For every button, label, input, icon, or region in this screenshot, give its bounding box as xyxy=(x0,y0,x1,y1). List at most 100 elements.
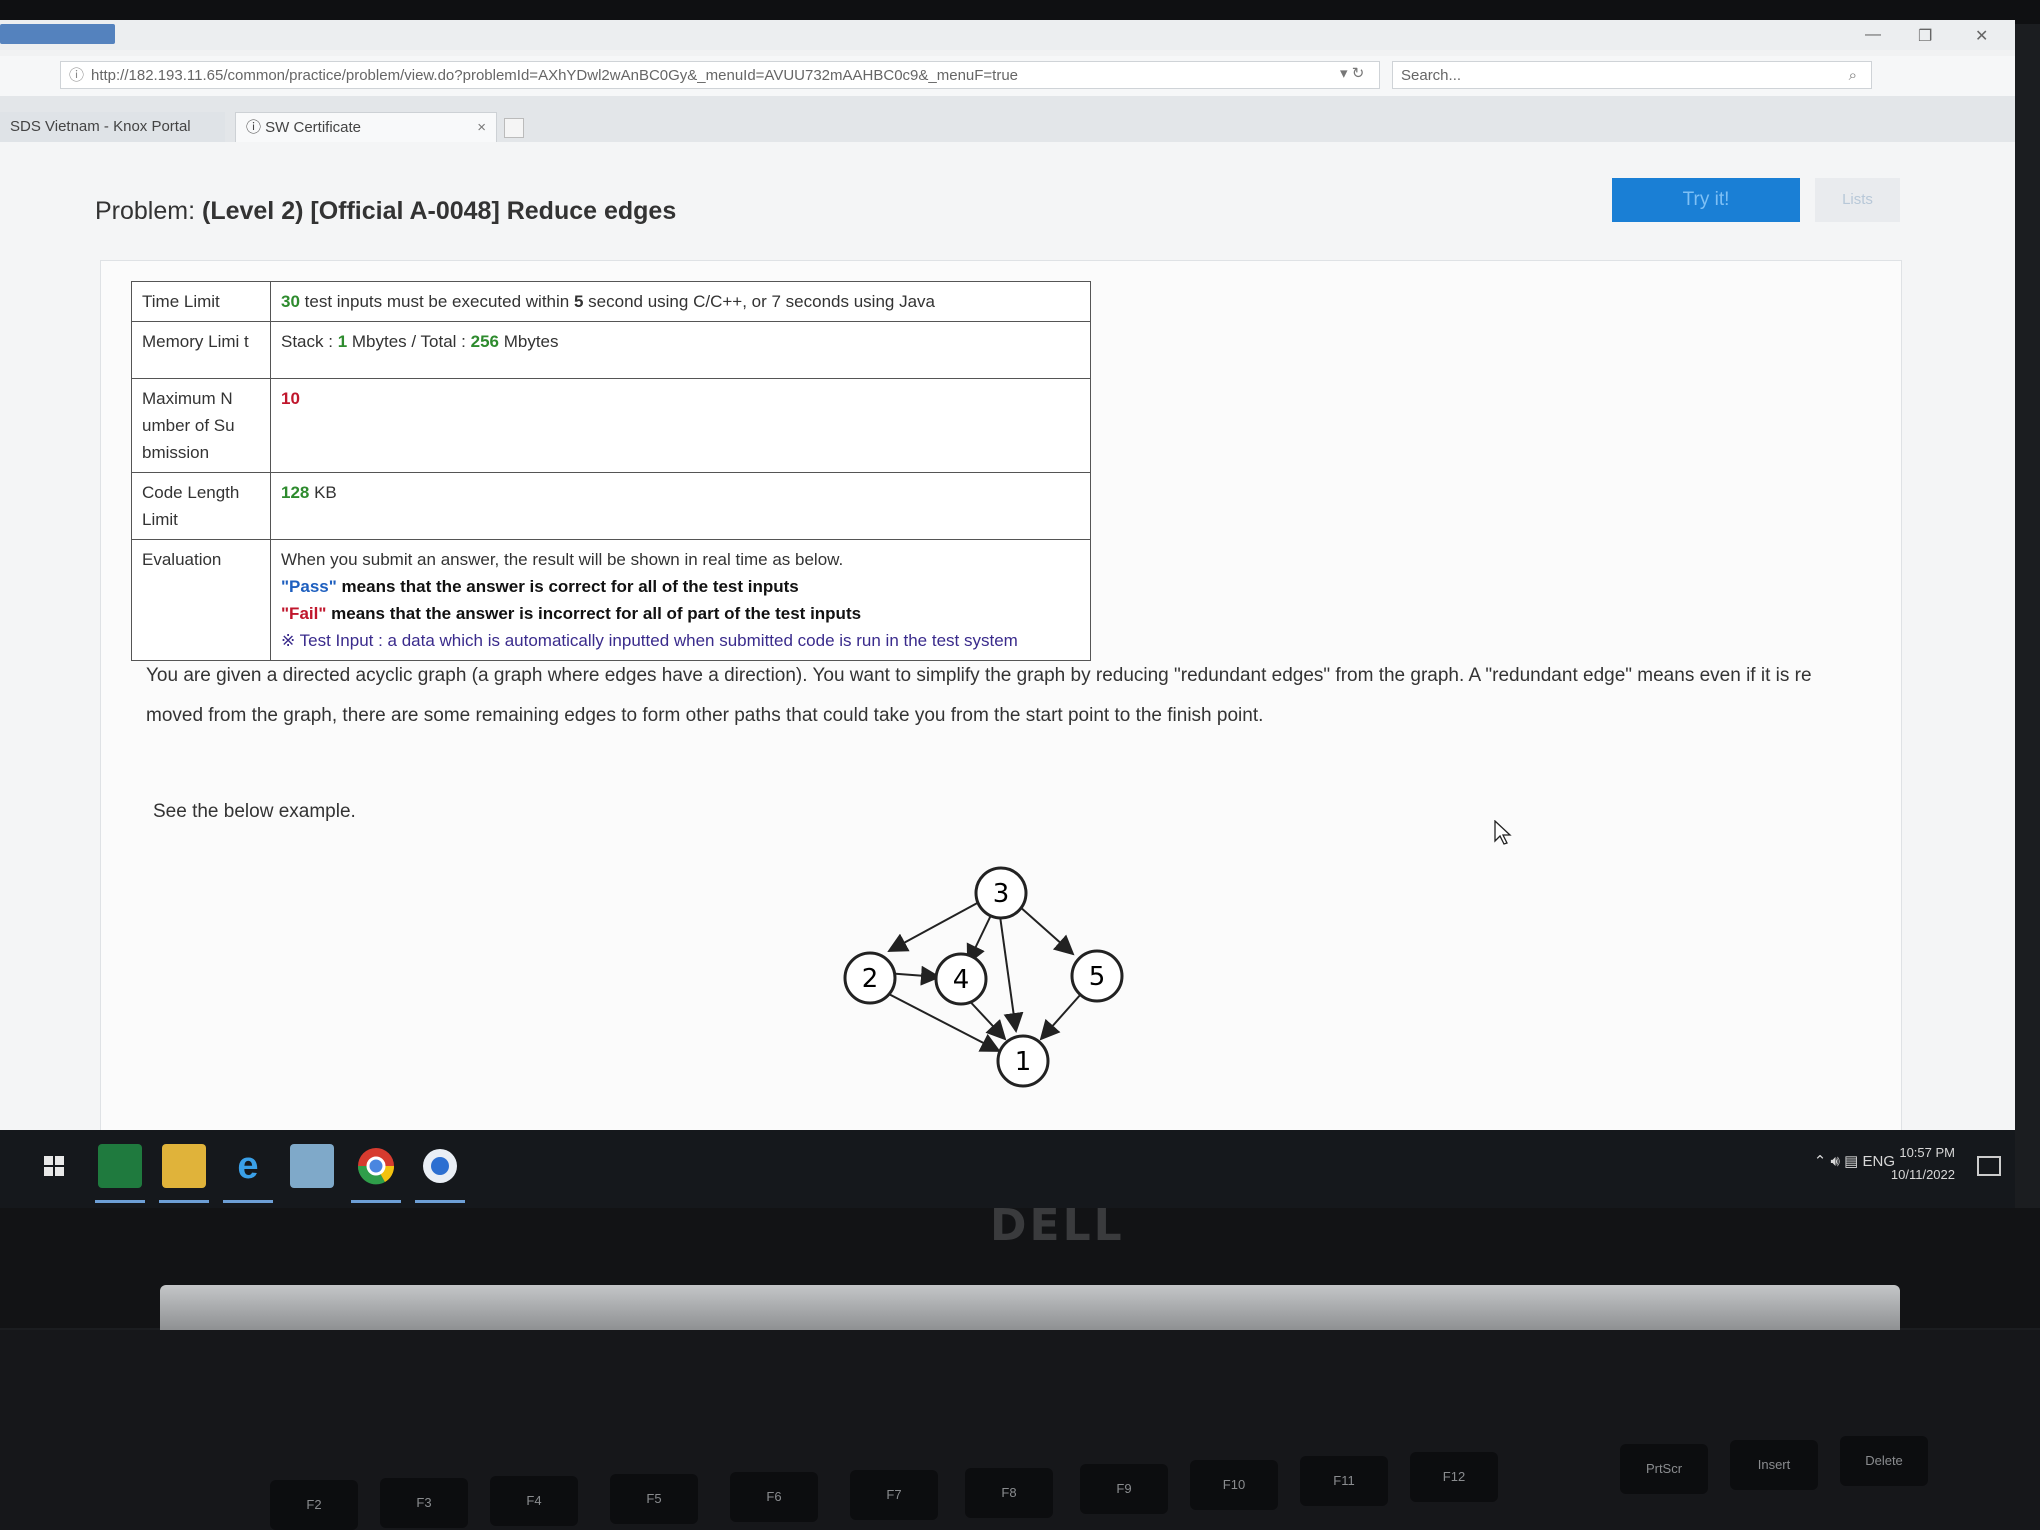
window-titlebar: — ❐ ✕ xyxy=(0,20,2015,50)
refresh-icon[interactable]: ▾ ↻ xyxy=(1340,64,1364,82)
node-label-1: 1 xyxy=(1015,1047,1032,1077)
clock-date: 10/11/2022 xyxy=(1890,1167,1955,1182)
stack-value: 1 xyxy=(337,332,348,351)
tab-knox-portal[interactable]: SDS Vietnam - Knox Portal xyxy=(0,112,225,142)
address-bar-row: ⓘ http://182.193.11.65/common/practice/p… xyxy=(0,56,2015,97)
table-row: Memory Limi t Stack : 1 Mbytes / Total :… xyxy=(131,321,1091,379)
running-indicator xyxy=(351,1200,401,1203)
total-unit: Mbytes xyxy=(499,332,559,351)
system-tray: ⌃ 🔊︎ ▤ ENG xyxy=(1814,1152,1895,1170)
key: F4 xyxy=(490,1476,578,1526)
node-label-5: 5 xyxy=(1089,962,1106,992)
new-tab-button[interactable] xyxy=(504,118,524,138)
key: F9 xyxy=(1080,1464,1168,1514)
evaluation-value: When you submit an answer, the result wi… xyxy=(270,539,1091,661)
windows-start-icon[interactable] xyxy=(32,1144,76,1188)
code-length-number: 128 xyxy=(281,483,310,502)
lists-button[interactable]: Lists xyxy=(1815,178,1900,222)
running-indicator xyxy=(415,1200,465,1203)
time-text: test inputs must be executed within xyxy=(299,292,574,311)
page-body: Problem: (Level 2) [Official A-0048] Red… xyxy=(0,142,2015,1150)
restore-icon[interactable]: ❐ xyxy=(1918,26,1932,46)
screen: — ❐ ✕ ⓘ http://182.193.11.65/common/prac… xyxy=(0,20,2015,1150)
see-example-text: See the below example. xyxy=(153,801,356,822)
submission-count: 10 xyxy=(281,389,300,408)
max-submission-value: 10 xyxy=(270,378,1091,473)
url-field[interactable]: ⓘ http://182.193.11.65/common/practice/p… xyxy=(60,61,1380,89)
problem-description: You are given a directed acyclic graph (… xyxy=(146,665,1812,726)
running-indicator xyxy=(95,1200,145,1203)
problem-info-table: Time Limit 30 test inputs must be execut… xyxy=(131,281,1091,661)
edge-3-5 xyxy=(1018,905,1075,956)
app-icon[interactable] xyxy=(290,1144,334,1188)
key: F7 xyxy=(850,1470,938,1520)
time-text: second using C/C++, or xyxy=(583,292,772,311)
key: F2 xyxy=(270,1480,358,1530)
window-menu-icon[interactable] xyxy=(0,24,115,44)
keyboard-icon[interactable]: ▤ xyxy=(1844,1153,1858,1170)
key: F6 xyxy=(730,1472,818,1522)
key: Insert xyxy=(1730,1440,1818,1490)
key: PrtScr xyxy=(1620,1444,1708,1494)
close-window-icon[interactable]: ✕ xyxy=(1975,26,1988,46)
page-title: Problem: (Level 2) [Official A-0048] Red… xyxy=(95,197,676,226)
pass-word: "Pass" xyxy=(281,577,337,596)
chrome-icon[interactable] xyxy=(354,1144,398,1188)
evaluation-line: When you submit an answer, the result wi… xyxy=(281,550,844,569)
excel-icon[interactable] xyxy=(98,1144,142,1188)
mouse-cursor-icon xyxy=(1494,820,1512,845)
try-it-button[interactable]: Try it! xyxy=(1612,178,1800,222)
edge-5-1 xyxy=(1039,993,1082,1041)
pass-text: means that the answer is correct for all… xyxy=(336,577,799,596)
time-limit-label: Time Limit xyxy=(131,281,271,322)
clock[interactable]: 10:57 PM 10/11/2022 xyxy=(1891,1142,1955,1186)
minimize-icon[interactable]: — xyxy=(1865,26,1881,44)
code-length-value: 128 KB xyxy=(270,472,1091,540)
dell-logo: DELL xyxy=(990,1200,1125,1251)
taskbar: e ⌃ 🔊︎ ▤ ENG 10:57 PM 10/11/2022 xyxy=(0,1130,2015,1208)
fail-word: "Fail" xyxy=(281,604,327,623)
keyboard: F2 F3 F4 F5 F6 F7 F8 F9 F10 F11 F12 PrtS… xyxy=(0,1330,2040,1530)
test-input-note: ※ Test Input : a data which is automatic… xyxy=(281,631,1018,650)
stack-unit: Mbytes / Total : xyxy=(347,332,471,351)
edge-2-1 xyxy=(878,988,1001,1052)
total-value: 256 xyxy=(470,332,499,351)
url-text: http://182.193.11.65/common/practice/pro… xyxy=(91,67,1019,84)
key: F3 xyxy=(380,1478,468,1528)
search-input[interactable]: Search... ⌕ xyxy=(1392,61,1872,89)
internet-explorer-icon[interactable]: e xyxy=(226,1144,270,1188)
problem-panel: Time Limit 30 test inputs must be execut… xyxy=(100,260,1902,1150)
time-text: seconds using Java xyxy=(780,292,935,311)
node-label-4: 4 xyxy=(953,965,970,995)
stack-label: Stack : xyxy=(281,332,338,351)
key: F11 xyxy=(1300,1456,1388,1506)
table-row: Time Limit 30 test inputs must be execut… xyxy=(131,281,1091,322)
time-limit-value: 30 test inputs must be executed within 5… xyxy=(270,281,1091,322)
tab-label: SDS Vietnam - Knox Portal xyxy=(10,118,191,135)
code-length-unit: KB xyxy=(309,483,337,502)
volume-icon[interactable]: 🔊︎ xyxy=(1831,1153,1840,1170)
test-count: 30 xyxy=(281,292,300,311)
chevron-up-icon[interactable]: ⌃ xyxy=(1814,1153,1827,1170)
notification-icon[interactable] xyxy=(1977,1156,2001,1176)
tab-sw-certificate[interactable]: ⓘ SW Certificate × xyxy=(235,112,497,142)
node-label-2: 2 xyxy=(862,964,879,994)
evaluation-label: Evaluation xyxy=(131,539,271,661)
example-graph: 3 2 4 5 1 xyxy=(843,866,1124,1088)
memory-limit-label: Memory Limi t xyxy=(131,321,271,379)
clock-time: 10:57 PM xyxy=(1899,1145,1955,1160)
problem-title: (Level 2) [Official A-0048] Reduce edges xyxy=(202,197,677,225)
search-placeholder: Search... xyxy=(1401,67,1462,84)
fail-text: means that the answer is incorrect for a… xyxy=(326,604,862,623)
tab-close-icon[interactable]: × xyxy=(477,113,486,143)
remote-app-icon[interactable] xyxy=(418,1144,462,1188)
file-explorer-icon[interactable] xyxy=(162,1144,206,1188)
site-info-icon[interactable]: ⓘ xyxy=(69,62,84,88)
code-length-label: Code Length Limit xyxy=(131,472,271,540)
search-icon[interactable]: ⌕ xyxy=(1849,62,1857,90)
table-row: Evaluation When you submit an answer, th… xyxy=(131,539,1091,661)
tab-label: SW Certificate xyxy=(265,119,362,136)
key: F10 xyxy=(1190,1460,1278,1510)
title-prefix: Problem: xyxy=(95,197,196,225)
java-seconds: 7 xyxy=(771,292,781,311)
